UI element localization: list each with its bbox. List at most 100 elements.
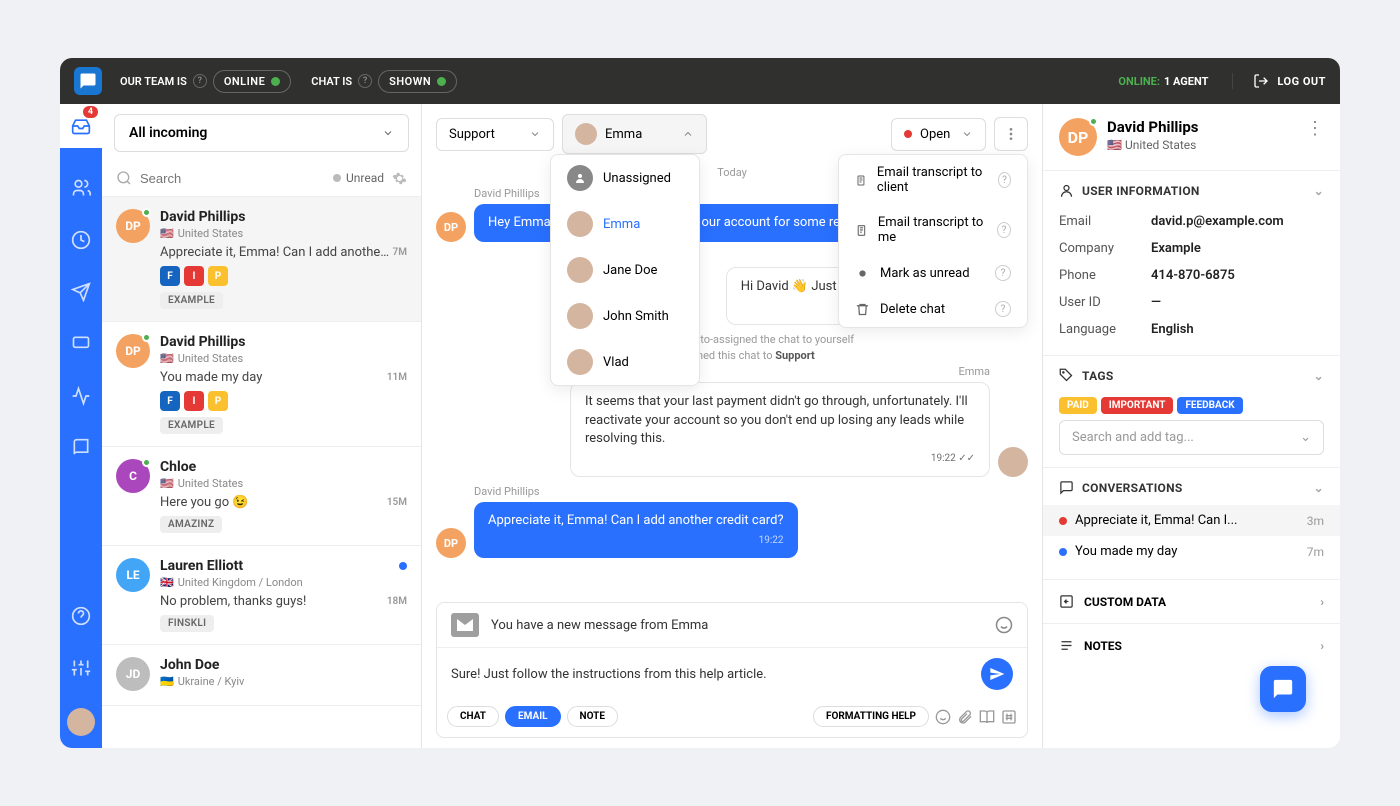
nav-monitor[interactable] xyxy=(69,332,93,356)
unread-filter[interactable]: Unread xyxy=(333,171,384,185)
conversation-item[interactable]: DP David Phillips 🇺🇸United States Apprec… xyxy=(102,197,421,322)
composer: You have a new message from Emma Sure! J… xyxy=(436,602,1028,738)
send-button[interactable] xyxy=(981,658,1013,690)
tag-pill[interactable]: FEEDBACK xyxy=(1177,397,1242,414)
tab-email[interactable]: EMAIL xyxy=(505,706,561,727)
chevron-down-icon xyxy=(961,128,973,140)
help-icon[interactable]: ? xyxy=(193,74,207,88)
help-icon[interactable]: ? xyxy=(358,74,372,88)
chevron-right-icon: › xyxy=(1320,595,1324,609)
nav-docs[interactable] xyxy=(69,436,93,460)
more-button[interactable] xyxy=(994,117,1028,151)
conversation-item[interactable]: LE Lauren Elliott 🇬🇧United Kingdom / Lon… xyxy=(102,546,421,645)
info-row: Emaildavid.p@example.com xyxy=(1059,208,1324,235)
hash-icon[interactable] xyxy=(1001,709,1017,725)
tag-search-input[interactable]: Search and add tag... ⌄ xyxy=(1059,420,1324,455)
info-row: User ID— xyxy=(1059,289,1324,316)
chevron-down-icon xyxy=(382,127,394,139)
info-row: CompanyExample xyxy=(1059,235,1324,262)
online-agents: ONLINE:1 AGENT xyxy=(1118,75,1208,88)
chat-status-pill[interactable]: SHOWN xyxy=(378,70,457,93)
tag-icon xyxy=(1059,368,1074,383)
gear-icon[interactable] xyxy=(392,171,407,186)
details-panel: DP David Phillips 🇺🇸 United States ⋮ USE… xyxy=(1042,104,1340,748)
notes-toggle[interactable]: NOTES › xyxy=(1043,623,1340,667)
nav-inbox[interactable]: 4 xyxy=(60,104,102,148)
assignee-option[interactable]: Jane Doe xyxy=(551,247,699,293)
attach-icon[interactable] xyxy=(957,709,973,725)
user-info-toggle[interactable]: USER INFORMATION ⌄ xyxy=(1059,183,1324,198)
conversation-item[interactable]: C Chloe 🇺🇸United States Here you go 😉15M… xyxy=(102,447,421,546)
status-dropdown[interactable]: Open xyxy=(891,118,986,151)
nav-send[interactable] xyxy=(69,280,93,304)
nav-activity[interactable] xyxy=(69,384,93,408)
assignee-option[interactable]: Unassigned xyxy=(551,155,699,201)
data-icon xyxy=(1059,594,1074,609)
tag-pill[interactable]: IMPORTANT xyxy=(1101,397,1174,414)
book-icon[interactable] xyxy=(979,709,995,725)
conversation-item[interactable]: DP David Phillips 🇺🇸United States You ma… xyxy=(102,322,421,447)
nav-users[interactable] xyxy=(69,176,93,200)
more-action-option[interactable]: Delete chat? xyxy=(839,291,1027,327)
chat-label: CHAT IS xyxy=(311,75,352,88)
filter-dropdown[interactable]: All incoming xyxy=(114,114,409,152)
emoji-icon[interactable] xyxy=(995,616,1013,634)
chevron-down-icon: ⌄ xyxy=(1300,430,1311,445)
conversation-item[interactable]: JD John Doe 🇺🇦Ukraine / Kyiv xyxy=(102,645,421,706)
team-label: OUR TEAM IS xyxy=(120,75,187,88)
tab-chat[interactable]: CHAT xyxy=(447,706,499,727)
more-vert-icon xyxy=(1003,126,1019,142)
user-icon xyxy=(1059,183,1074,198)
chevron-down-icon xyxy=(529,128,541,140)
assignee-menu: UnassignedEmmaJane DoeJohn SmithVlad xyxy=(550,154,700,386)
chevron-down-icon: ⌄ xyxy=(1314,369,1324,383)
logout-button[interactable]: LOG OUT xyxy=(1232,73,1326,89)
tags-toggle[interactable]: TAGS ⌄ xyxy=(1059,368,1324,383)
new-message-notice[interactable]: You have a new message from Emma xyxy=(437,603,1027,648)
search-icon xyxy=(116,170,132,186)
avatar: DP xyxy=(1059,118,1097,156)
nav-settings[interactable] xyxy=(69,656,93,680)
floating-chat-button[interactable] xyxy=(1260,666,1306,712)
conversations-list: All incoming Unread DP David Phillips 🇺🇸… xyxy=(102,104,422,748)
nav-history[interactable] xyxy=(69,228,93,252)
chevron-right-icon: › xyxy=(1320,639,1324,653)
assignee-option[interactable]: Vlad xyxy=(551,339,699,385)
app-logo[interactable] xyxy=(74,67,102,95)
current-user-avatar[interactable] xyxy=(67,708,95,736)
department-dropdown[interactable]: Support xyxy=(436,118,554,151)
formatting-help[interactable]: FORMATTING HELP xyxy=(813,706,929,727)
related-conversation[interactable]: Appreciate it, Emma! Can I...3m xyxy=(1043,505,1340,536)
topbar: OUR TEAM IS ? ONLINE CHAT IS ? SHOWN ONL… xyxy=(60,58,1340,104)
more-action-option[interactable]: Email transcript to client? xyxy=(839,155,1027,205)
info-row: LanguageEnglish xyxy=(1059,316,1324,343)
nav-help[interactable] xyxy=(69,604,93,628)
conversation-view: Support Emma Open UnassignedEmmaJane Doe… xyxy=(422,104,1042,748)
system-message: You replied and auto-assigned the chat t… xyxy=(436,333,1028,346)
chat-icon xyxy=(1059,480,1074,495)
contact-name: David Phillips xyxy=(1107,118,1199,136)
contact-location: 🇺🇸 United States xyxy=(1107,138,1199,152)
chat-status-group: CHAT IS ? SHOWN xyxy=(311,70,457,93)
assignee-dropdown[interactable]: Emma xyxy=(562,114,707,154)
search-input[interactable] xyxy=(140,171,325,186)
tag-pill[interactable]: PAID xyxy=(1059,397,1097,414)
tab-note[interactable]: NOTE xyxy=(567,706,618,727)
assignee-option[interactable]: John Smith xyxy=(551,293,699,339)
chevron-down-icon: ⌄ xyxy=(1314,184,1324,198)
system-message: You assigned this chat to Support xyxy=(436,349,1028,362)
compose-input[interactable]: Sure! Just follow the instructions from … xyxy=(451,667,971,682)
inbox-badge: 4 xyxy=(83,106,98,118)
more-action-option[interactable]: Email transcript to me? xyxy=(839,205,1027,255)
more-action-option[interactable]: Mark as unread? xyxy=(839,255,1027,291)
conversations-toggle[interactable]: CONVERSATIONS ⌄ xyxy=(1059,480,1324,495)
info-row: Phone414-870-6875 xyxy=(1059,262,1324,289)
assignee-option[interactable]: Emma xyxy=(551,201,699,247)
contact-more-button[interactable]: ⋮ xyxy=(1306,118,1324,139)
related-conversation[interactable]: You made my day7m xyxy=(1059,536,1324,567)
emoji-icon[interactable] xyxy=(935,709,951,725)
custom-data-toggle[interactable]: CUSTOM DATA › xyxy=(1043,579,1340,623)
nav-rail: 4 xyxy=(60,104,102,748)
team-status-pill[interactable]: ONLINE xyxy=(213,70,291,93)
team-status-group: OUR TEAM IS ? ONLINE xyxy=(120,70,291,93)
